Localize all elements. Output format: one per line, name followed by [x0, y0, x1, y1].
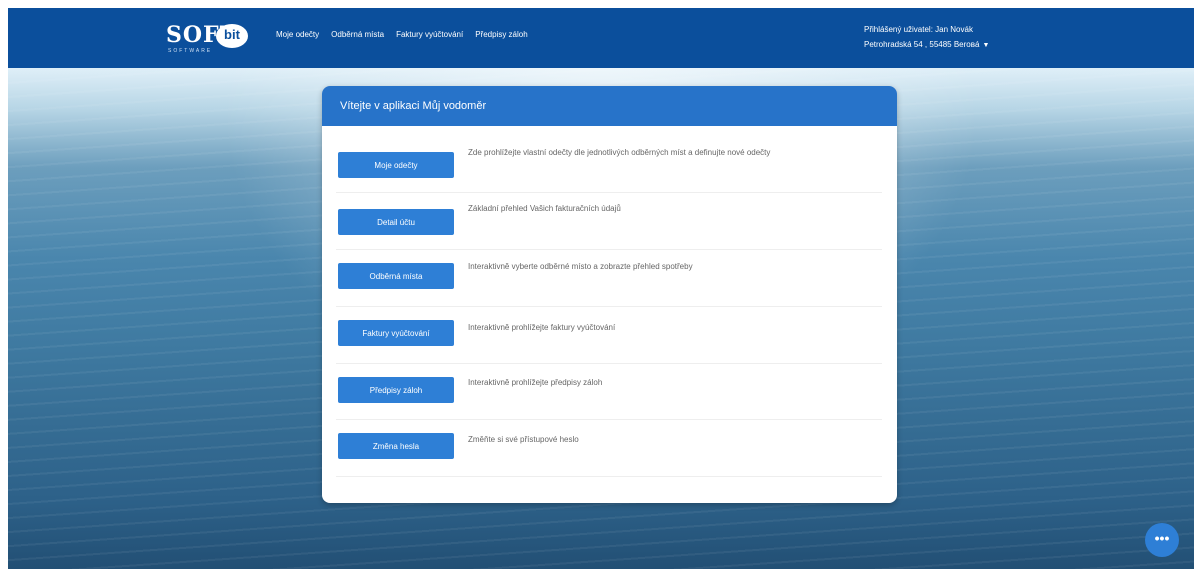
odberna-mista-button[interactable]: Odběrná místa — [338, 263, 454, 289]
row-detail-uctu: Detail účtu Základní přehled Vašich fakt… — [336, 192, 882, 250]
row-moje-odecty: Moje odečty Zde prohlížejte vlastní odeč… — [336, 142, 882, 193]
nav-link-faktury-vyuctovani[interactable]: Faktury vyúčtování — [396, 30, 463, 39]
card-title: Vítejte v aplikaci Můj vodoměr — [322, 86, 897, 126]
logo-badge: bit — [216, 24, 248, 48]
main-menu: Moje odečty Odběrná místa Faktury vyúčto… — [276, 30, 528, 39]
caret-down-icon: ▼ — [982, 42, 990, 49]
row-description: Interaktivně prohlížejte faktury vyúčtov… — [468, 323, 616, 332]
detail-uctu-button[interactable]: Detail účtu — [338, 209, 454, 235]
nav-link-moje-odecty[interactable]: Moje odečty — [276, 30, 319, 39]
row-description: Interaktivně vyberte odběrné místo a zob… — [468, 262, 693, 271]
row-zmena-hesla: Změna hesla Změňte si své přístupové hes… — [336, 419, 882, 477]
softbit-logo[interactable]: SOFT bit SOFTWARE — [166, 20, 250, 56]
predpisy-zaloh-button[interactable]: Předpisy záloh — [338, 377, 454, 403]
logo-subtext: SOFTWARE — [168, 48, 213, 54]
app-frame: SOFT bit SOFTWARE Moje odečty Odběrná mí… — [8, 8, 1194, 569]
row-odberna-mista: Odběrná místa Interaktivně vyberte odběr… — [336, 249, 882, 307]
row-predpisy-zaloh: Předpisy záloh Interaktivně prohlížejte … — [336, 363, 882, 420]
user-address: Petrohradská 54 , 55485 Beroвá — [864, 40, 980, 49]
chat-bubble-button[interactable]: ••• — [1145, 523, 1179, 557]
nav-link-predpisy-zaloh[interactable]: Předpisy záloh — [475, 30, 527, 39]
user-name: Přihlášený uživatel: Jan Novák — [864, 25, 973, 34]
row-description: Základní přehled Vašich fakturačních úda… — [468, 204, 621, 213]
top-navbar: SOFT bit SOFTWARE Moje odečty Odběrná mí… — [8, 8, 1194, 68]
logo-badge-text: bit — [224, 27, 240, 42]
row-description: Interaktivně prohlížejte předpisy záloh — [468, 378, 603, 387]
zmena-hesla-button[interactable]: Změna hesla — [338, 433, 454, 459]
row-description: Změňte si své přístupové heslo — [468, 435, 579, 444]
nav-link-odberna-mista[interactable]: Odběrná místa — [331, 30, 384, 39]
faktury-vyuctovani-button[interactable]: Faktury vyúčtování — [338, 320, 454, 346]
row-faktury-vyuctovani: Faktury vyúčtování Interaktivně prohlíže… — [336, 306, 882, 364]
row-description: Zde prohlížejte vlastní odečty dle jedno… — [468, 148, 771, 157]
user-menu[interactable]: Přihlášený uživatel: Jan Novák Petrohrad… — [864, 22, 989, 53]
moje-odecty-button[interactable]: Moje odečty — [338, 152, 454, 178]
user-address-line: Petrohradská 54 , 55485 Beroвá ▼ — [864, 37, 989, 53]
ellipsis-icon: ••• — [1154, 530, 1170, 546]
welcome-card: Vítejte v aplikaci Můj vodoměr Moje odeč… — [322, 86, 897, 503]
